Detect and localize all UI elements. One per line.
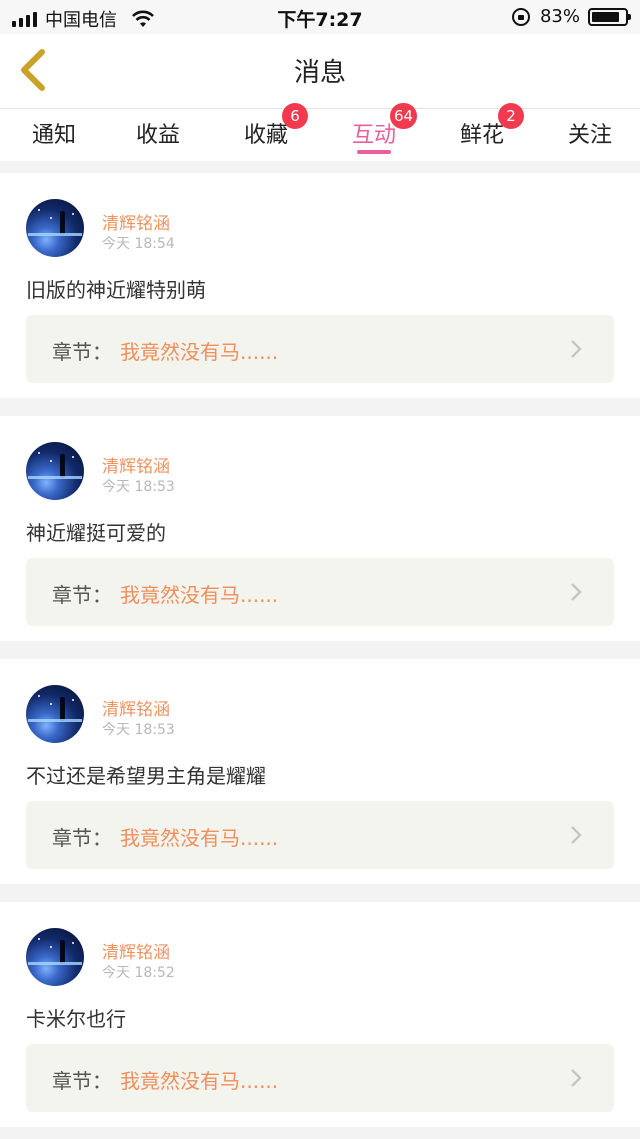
- message-card: 清辉铭涵 今天 18:54 旧版的神近耀特别萌 章节： 我竟然没有马......: [0, 173, 640, 398]
- username[interactable]: 清辉铭涵: [102, 452, 170, 477]
- timestamp: 今天 18:53: [102, 722, 175, 738]
- tab-following[interactable]: 关注: [536, 109, 640, 161]
- active-tab-indicator: [357, 150, 391, 154]
- username[interactable]: 清辉铭涵: [102, 695, 170, 720]
- nav-bar: 消息: [0, 34, 640, 109]
- battery-icon: [588, 7, 631, 26]
- count-badge: 6: [281, 103, 308, 129]
- tab-earnings[interactable]: 收益: [104, 109, 212, 161]
- chapter-label: 章节：: [52, 1069, 112, 1093]
- count-badge: 2: [497, 103, 524, 129]
- chevron-right-icon: [571, 340, 582, 358]
- status-right: 83%: [511, 6, 631, 27]
- rotation-lock-icon: [511, 7, 530, 26]
- chapter-title: 我竟然没有马......: [120, 583, 279, 607]
- chapter-title: 我竟然没有马......: [120, 826, 279, 850]
- username[interactable]: 清辉铭涵: [102, 209, 170, 234]
- chevron-right-icon: [571, 583, 582, 601]
- message-card: 清辉铭涵 今天 18:52 卡米尔也行 章节： 我竟然没有马......: [0, 902, 640, 1127]
- message-card: 清辉铭涵 今天 18:53 神近耀挺可爱的 章节： 我竟然没有马......: [0, 416, 640, 641]
- tab-label: 通知: [31, 123, 76, 148]
- tab-label: 关注: [567, 123, 612, 148]
- tab-label: 互动 64: [351, 103, 418, 149]
- back-button[interactable]: [14, 48, 54, 92]
- tab-bar: 通知 收益 收藏 6 互动 64 鲜花 2 关注: [0, 103, 640, 161]
- timestamp: 今天 18:53: [102, 479, 175, 495]
- tab-label: 鲜花 2: [459, 103, 524, 149]
- chapter-label: 章节：: [52, 583, 112, 607]
- chevron-right-icon: [571, 826, 582, 844]
- message-text: 卡米尔也行: [26, 1007, 126, 1031]
- message-text: 旧版的神近耀特别萌: [26, 278, 206, 302]
- tab-notifications[interactable]: 通知: [0, 109, 108, 161]
- chapter-link[interactable]: 章节： 我竟然没有马......: [26, 558, 614, 626]
- avatar[interactable]: [26, 928, 84, 986]
- tab-favorites[interactable]: 收藏 6: [212, 103, 320, 161]
- page-title: 消息: [293, 58, 346, 88]
- chapter-title: 我竟然没有马......: [120, 1069, 279, 1093]
- status-bar: 中国电信 下午7:27 83%: [0, 0, 640, 34]
- chevron-left-icon: [21, 49, 45, 91]
- chapter-link[interactable]: 章节： 我竟然没有马......: [26, 315, 614, 383]
- username[interactable]: 清辉铭涵: [102, 938, 170, 963]
- message-text: 神近耀挺可爱的: [26, 521, 166, 545]
- tab-label: 收益: [135, 123, 180, 148]
- chapter-link[interactable]: 章节： 我竟然没有马......: [26, 1044, 614, 1112]
- tab-interactions[interactable]: 互动 64: [320, 103, 428, 161]
- avatar[interactable]: [26, 685, 84, 743]
- tab-label: 收藏 6: [243, 103, 308, 149]
- tab-text: 互动: [351, 123, 396, 148]
- chapter-title: 我竟然没有马......: [120, 340, 279, 364]
- message-card: 清辉铭涵 今天 18:53 不过还是希望男主角是耀耀 章节： 我竟然没有马...…: [0, 659, 640, 884]
- tab-text: 鲜花: [459, 123, 504, 148]
- battery-percent: 83%: [539, 6, 580, 27]
- chevron-right-icon: [571, 1069, 582, 1087]
- message-text: 不过还是希望男主角是耀耀: [26, 764, 266, 788]
- count-badge: 64: [389, 103, 418, 129]
- chapter-label: 章节：: [52, 826, 112, 850]
- tab-text: 收藏: [243, 123, 288, 148]
- tab-flowers[interactable]: 鲜花 2: [428, 103, 536, 161]
- chapter-label: 章节：: [52, 340, 112, 364]
- avatar[interactable]: [26, 442, 84, 500]
- avatar[interactable]: [26, 199, 84, 257]
- timestamp: 今天 18:54: [102, 236, 175, 252]
- timestamp: 今天 18:52: [102, 965, 175, 981]
- chapter-link[interactable]: 章节： 我竟然没有马......: [26, 801, 614, 869]
